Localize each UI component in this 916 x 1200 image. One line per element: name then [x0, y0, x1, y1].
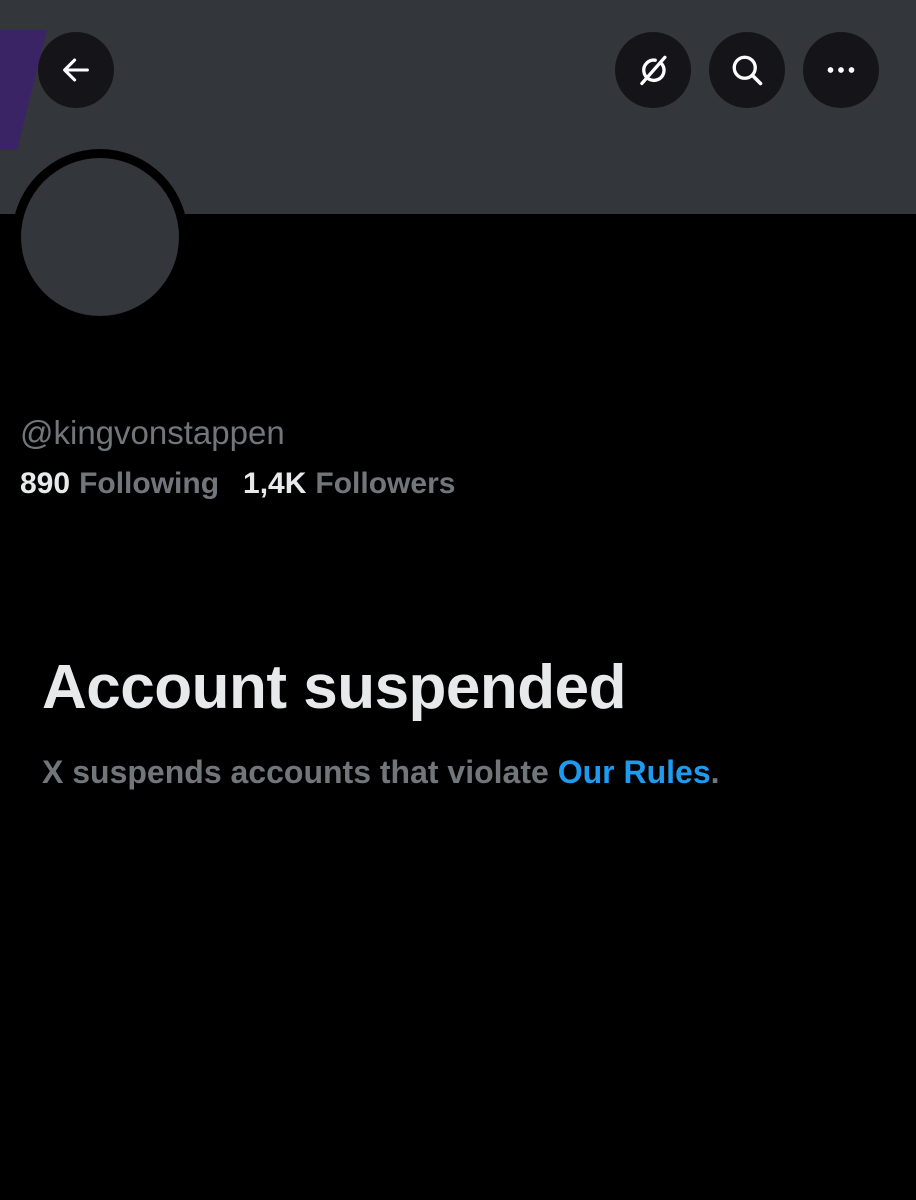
grok-button[interactable] — [615, 32, 691, 108]
suspension-title: Account suspended — [42, 653, 627, 722]
followers-count: 1,4K — [243, 467, 307, 500]
followers-label: Followers — [315, 467, 456, 500]
search-button[interactable] — [709, 32, 785, 108]
back-button[interactable] — [38, 32, 114, 108]
followers-stat[interactable]: 1,4K Followers — [243, 464, 455, 504]
more-horizontal-icon — [827, 67, 855, 73]
following-stat[interactable]: 890 Following — [20, 464, 219, 504]
search-icon — [732, 55, 763, 86]
profile-stats: 890 Following 1,4K Followers — [20, 464, 455, 504]
banner-image-fragment — [0, 30, 47, 150]
arrow-left-icon — [63, 58, 89, 82]
suspension-message-end: . — [710, 754, 720, 790]
grok-icon — [640, 55, 667, 86]
following-label: Following — [79, 467, 220, 500]
our-rules-link[interactable]: Our Rules — [558, 754, 711, 790]
following-count: 890 — [20, 467, 71, 500]
suspension-message: X suspends accounts that violate Our Rul… — [42, 750, 720, 794]
avatar — [21, 158, 179, 316]
suspension-message-text: X suspends accounts that violate — [42, 754, 558, 790]
more-options-button[interactable] — [803, 32, 879, 108]
profile-handle: @kingvonstappen — [20, 414, 285, 451]
